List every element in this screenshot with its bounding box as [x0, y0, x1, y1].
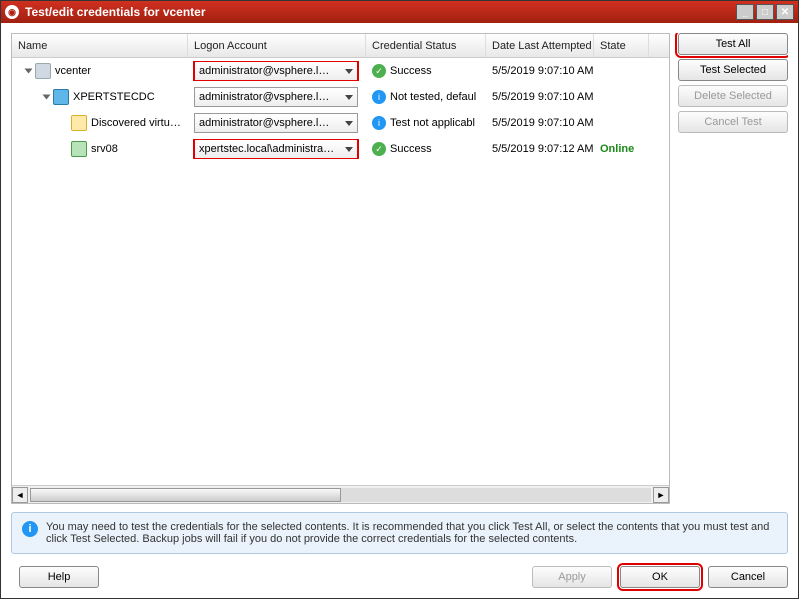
- state-cell: Online: [594, 143, 649, 155]
- footer-bar: Help Apply OK Cancel: [11, 562, 788, 588]
- dropdown-value: administrator@vsphere.l…: [199, 91, 341, 103]
- node-name: Discovered virtu…: [91, 117, 181, 129]
- logon-account-dropdown[interactable]: administrator@vsphere.l…: [194, 87, 358, 107]
- logon-cell: xpertstec.local\administra…: [188, 139, 366, 159]
- chevron-down-icon: [345, 69, 353, 74]
- cancel-button[interactable]: Cancel: [708, 566, 788, 588]
- title-bar: ◉ Test/edit credentials for vcenter _ □ …: [1, 1, 798, 23]
- status-text: Success: [390, 65, 432, 77]
- name-cell: XPERTSTECDC: [12, 89, 188, 105]
- scroll-thumb[interactable]: [30, 488, 341, 502]
- chevron-down-icon: [345, 95, 353, 100]
- status-cell: ✓ Success: [366, 142, 486, 156]
- status-text: Test not applicabl: [390, 117, 475, 129]
- date-cell: 5/5/2019 9:07:12 AM: [486, 143, 594, 155]
- name-cell: srv08: [12, 141, 188, 157]
- chevron-down-icon: [345, 121, 353, 126]
- scroll-left-icon[interactable]: ◄: [12, 487, 28, 503]
- table-row[interactable]: Discovered virtu… administrator@vsphere.l…: [12, 110, 669, 136]
- cancel-test-button: Cancel Test: [678, 111, 788, 133]
- name-cell: vcenter: [12, 63, 188, 79]
- node-name: vcenter: [55, 65, 91, 77]
- date-cell: 5/5/2019 9:07:10 AM: [486, 91, 594, 103]
- date-cell: 5/5/2019 9:07:10 AM: [486, 65, 594, 77]
- expand-toggle-icon[interactable]: [25, 69, 33, 74]
- apply-button: Apply: [532, 566, 612, 588]
- dialog-content: Name Logon Account Credential Status Dat…: [1, 23, 798, 598]
- window-controls: _ □ ✕: [736, 4, 794, 20]
- logon-cell: administrator@vsphere.l…: [188, 61, 366, 81]
- delete-selected-button: Delete Selected: [678, 85, 788, 107]
- info-icon: i: [372, 90, 386, 104]
- status-text: Not tested, defaul: [390, 91, 476, 103]
- maximize-button[interactable]: □: [756, 4, 774, 20]
- app-icon: ◉: [5, 5, 19, 19]
- dropdown-value: administrator@vsphere.l…: [199, 117, 341, 129]
- name-cell: Discovered virtu…: [12, 115, 188, 131]
- ok-button[interactable]: OK: [620, 566, 700, 588]
- grid-body: vcenter administrator@vsphere.l… ✓ Success 5…: [12, 58, 669, 485]
- scroll-right-icon[interactable]: ►: [653, 487, 669, 503]
- success-icon: ✓: [372, 142, 386, 156]
- logon-account-dropdown[interactable]: administrator@vsphere.l…: [194, 61, 358, 81]
- status-text: Success: [390, 143, 432, 155]
- test-all-button[interactable]: Test All: [678, 33, 788, 55]
- logon-cell: administrator@vsphere.l…: [188, 113, 366, 133]
- node-name: srv08: [91, 143, 118, 155]
- grid-header: Name Logon Account Credential Status Dat…: [12, 34, 669, 58]
- table-row[interactable]: vcenter administrator@vsphere.l… ✓ Success 5…: [12, 58, 669, 84]
- side-buttons: Test All Test Selected Delete Selected C…: [678, 33, 788, 504]
- col-header-logon[interactable]: Logon Account: [188, 34, 366, 57]
- info-panel: i You may need to test the credentials f…: [11, 512, 788, 554]
- expand-toggle-icon[interactable]: [43, 95, 51, 100]
- status-cell: i Test not applicabl: [366, 116, 486, 130]
- chevron-down-icon: [345, 147, 353, 152]
- col-header-state[interactable]: State: [594, 34, 649, 57]
- logon-account-dropdown[interactable]: xpertstec.local\administra…: [194, 139, 358, 159]
- table-row[interactable]: XPERTSTECDC administrator@vsphere.l… i Not …: [12, 84, 669, 110]
- logon-cell: administrator@vsphere.l…: [188, 87, 366, 107]
- node-icon: [35, 63, 51, 79]
- upper-pane: Name Logon Account Credential Status Dat…: [11, 33, 788, 504]
- col-header-name[interactable]: Name: [12, 34, 188, 57]
- logon-account-dropdown[interactable]: administrator@vsphere.l…: [194, 113, 358, 133]
- dropdown-value: xpertstec.local\administra…: [199, 143, 341, 155]
- node-icon: [53, 89, 69, 105]
- col-header-date[interactable]: Date Last Attempted: [486, 34, 594, 57]
- horizontal-scrollbar[interactable]: ◄ ►: [12, 485, 669, 503]
- state-text: Online: [600, 143, 634, 155]
- node-icon: [71, 115, 87, 131]
- minimize-button[interactable]: _: [736, 4, 754, 20]
- status-cell: ✓ Success: [366, 64, 486, 78]
- status-cell: i Not tested, defaul: [366, 90, 486, 104]
- info-icon: i: [22, 521, 38, 537]
- date-cell: 5/5/2019 9:07:10 AM: [486, 117, 594, 129]
- table-row[interactable]: srv08 xpertstec.local\administra… ✓ Success…: [12, 136, 669, 162]
- success-icon: ✓: [372, 64, 386, 78]
- credentials-grid: Name Logon Account Credential Status Dat…: [11, 33, 670, 504]
- window-title: Test/edit credentials for vcenter: [25, 5, 206, 19]
- node-name: XPERTSTECDC: [73, 91, 155, 103]
- info-icon: i: [372, 116, 386, 130]
- scroll-track[interactable]: [30, 488, 651, 502]
- test-selected-button[interactable]: Test Selected: [678, 59, 788, 81]
- dialog-window: ◉ Test/edit credentials for vcenter _ □ …: [0, 0, 799, 599]
- info-text: You may need to test the credentials for…: [46, 521, 777, 545]
- col-header-status[interactable]: Credential Status: [366, 34, 486, 57]
- close-button[interactable]: ✕: [776, 4, 794, 20]
- help-button[interactable]: Help: [19, 566, 99, 588]
- node-icon: [71, 141, 87, 157]
- dropdown-value: administrator@vsphere.l…: [199, 65, 341, 77]
